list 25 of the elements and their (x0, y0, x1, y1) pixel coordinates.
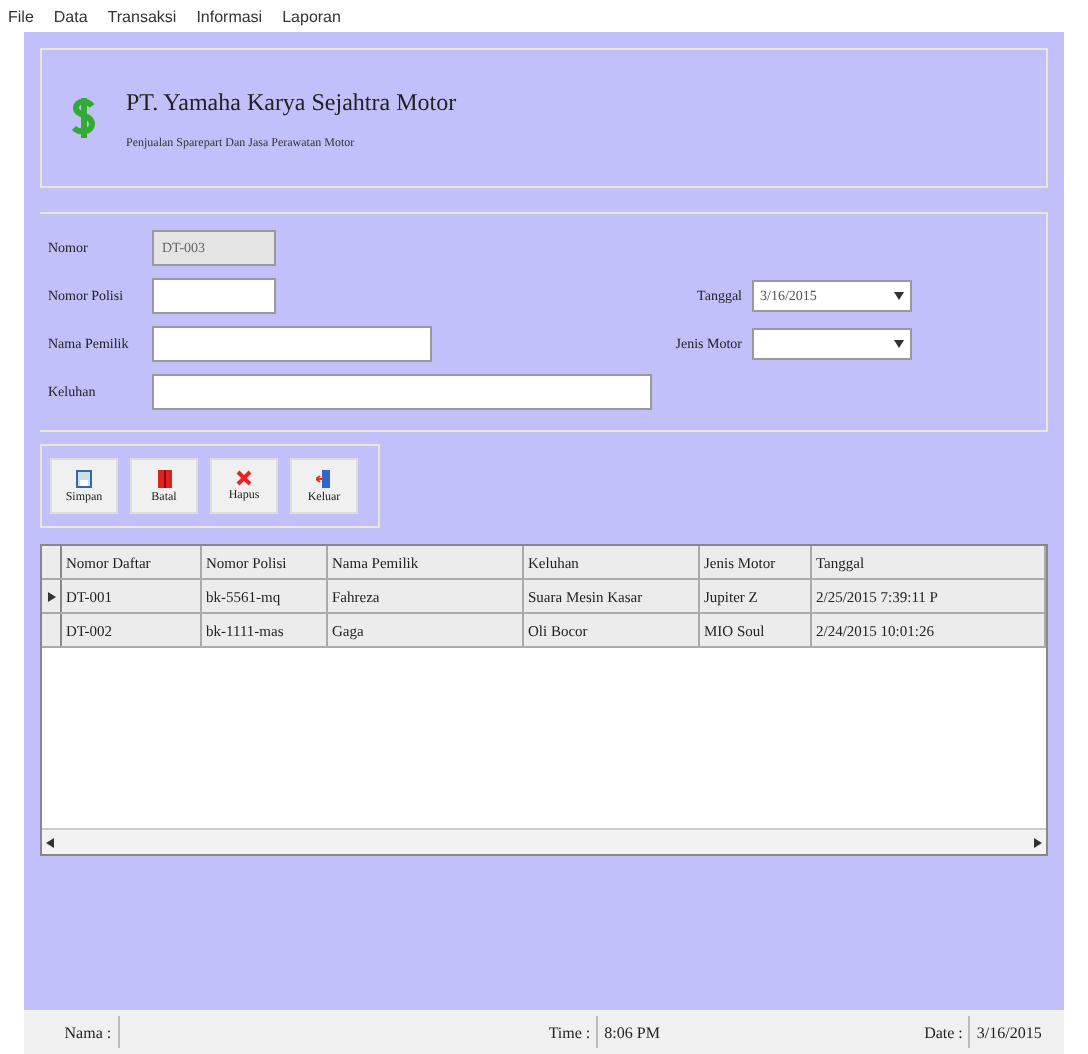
status-label: Time : (546, 1023, 593, 1041)
caret-icon (894, 292, 904, 300)
status-label: Date : (922, 1023, 965, 1041)
menu-item[interactable]: Laporan (282, 7, 341, 25)
date-value: 3/16/2015 (968, 1016, 1064, 1048)
menu-item[interactable]: Informasi (196, 7, 263, 25)
dollar-icon (70, 92, 98, 144)
nama-pemilik-field[interactable] (152, 326, 432, 362)
company-title: PT. Yamaha Karya Sejahtra Motor (126, 87, 457, 117)
menu-item[interactable]: Data (53, 7, 88, 25)
horizontal-scrollbar[interactable] (42, 828, 1046, 854)
time-value: 8:06 PM (596, 1016, 895, 1048)
scroll-right-icon (1034, 837, 1042, 847)
nomor-polisi-field[interactable] (152, 278, 276, 314)
menu-item[interactable]: Transaksi (107, 7, 177, 25)
dropdown[interactable] (752, 328, 912, 360)
book-icon (157, 469, 171, 487)
caret-icon (894, 340, 904, 348)
row-pointer-icon (47, 591, 55, 601)
scroll-left-icon (46, 837, 54, 847)
status-label: Nama : (62, 1023, 114, 1041)
close-icon (236, 470, 252, 486)
door-exit-icon (316, 469, 332, 487)
menu-item[interactable]: File (8, 7, 34, 25)
keluhan-field[interactable] (152, 374, 652, 410)
